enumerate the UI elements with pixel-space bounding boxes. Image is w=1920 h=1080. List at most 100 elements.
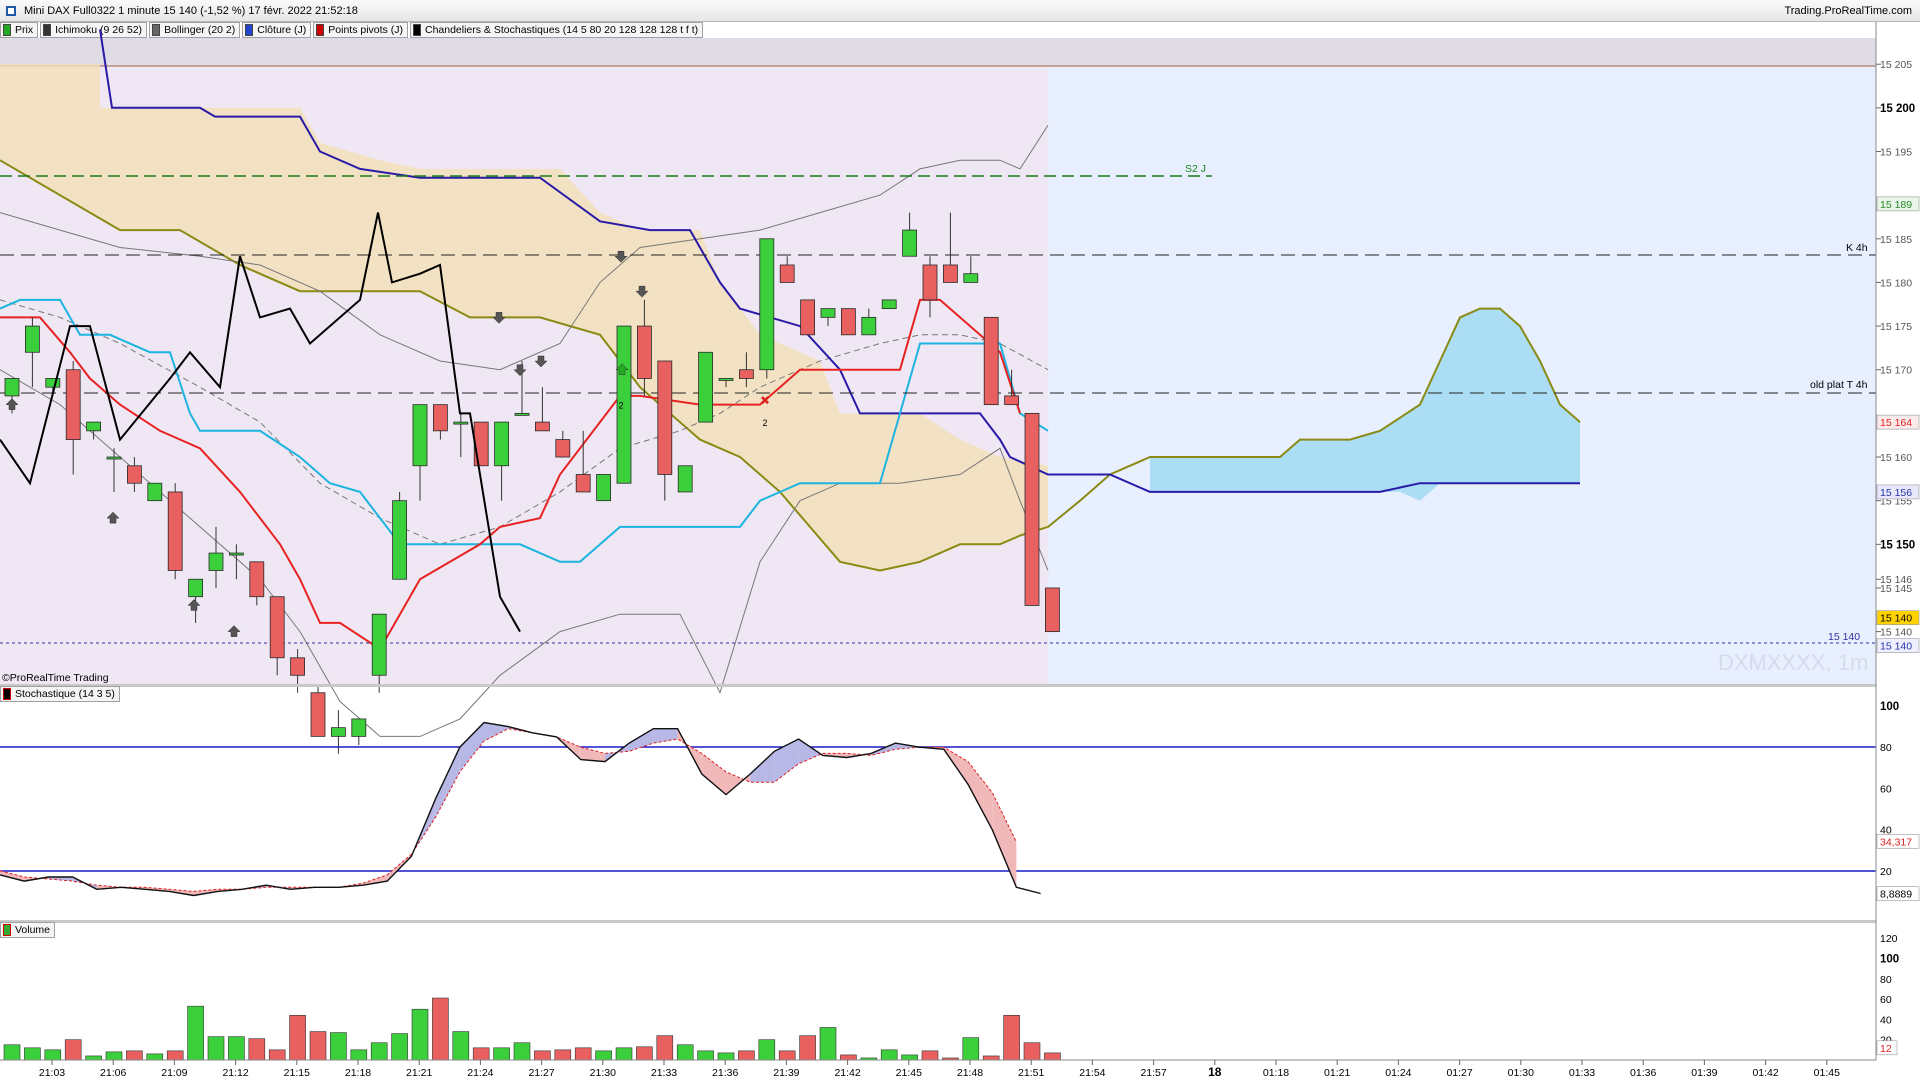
volume-bar: [411, 1008, 429, 1061]
candle-body: [800, 299, 815, 336]
volume-bar: [452, 1031, 470, 1061]
price-tick-label: 15 205: [1880, 59, 1912, 71]
volume-bar: [676, 1044, 694, 1061]
volume-tick-label: 40: [1880, 1014, 1892, 1026]
volume-bar: [1023, 1042, 1041, 1061]
candle-body: [718, 378, 734, 381]
volume-tick-label: 120: [1880, 933, 1898, 945]
price-tick-label: 15 200: [1880, 103, 1915, 115]
candle-body: [351, 718, 367, 737]
s2-label: S2 J: [1185, 163, 1206, 175]
candle-body: [575, 474, 591, 493]
candle-body: [371, 613, 387, 676]
time-tick-label: 01:36: [1630, 1067, 1656, 1079]
price-tick-label: 15 180: [1880, 277, 1912, 289]
volume-bar: [534, 1050, 551, 1061]
time-tick-label: 21:57: [1140, 1067, 1166, 1079]
volume-bar: [574, 1047, 592, 1061]
time-tick-label: 01:42: [1752, 1067, 1778, 1079]
price-tick-label: 15 170: [1880, 365, 1912, 377]
candle-body: [1045, 587, 1060, 633]
time-tick-label: 21:33: [651, 1067, 677, 1079]
stoch-panel-label[interactable]: Stochastique (14 3 5): [0, 686, 120, 702]
volume-bar: [901, 1054, 918, 1061]
candle-body: [1004, 395, 1019, 406]
price-tick-label: 15 195: [1880, 146, 1912, 158]
stoch-fill-segment: [629, 728, 654, 752]
stoch-tick-label: 60: [1880, 783, 1892, 795]
time-tick-label: 18: [1208, 1065, 1222, 1079]
volume-bar: [595, 1050, 612, 1061]
volume-bar: [391, 1033, 408, 1061]
time-tick-label: 21:45: [896, 1067, 922, 1079]
stoch-tick-label: 20: [1880, 866, 1892, 878]
volume-bar: [207, 1036, 225, 1061]
time-tick-label: 21:06: [100, 1067, 126, 1079]
volume-bar: [697, 1050, 714, 1061]
price-tick-label: 15 160: [1880, 452, 1912, 464]
volume-badge-label: 12: [1880, 1043, 1892, 1055]
candle-body: [698, 351, 713, 423]
instrument-watermark: DXMXXXX, 1m: [1718, 650, 1869, 675]
volume-bar: [309, 1031, 327, 1061]
volume-bar: [1044, 1052, 1061, 1061]
candle-body: [249, 561, 265, 598]
volume-tick-label: 60: [1880, 994, 1892, 1006]
candle-body: [147, 482, 163, 502]
candle-body: [494, 421, 510, 467]
signal-marker-2-a: 2: [618, 401, 623, 411]
volume-bar: [248, 1038, 266, 1061]
time-tick-label: 01:39: [1691, 1067, 1717, 1079]
time-tick-label: 21:51: [1018, 1067, 1044, 1079]
price-badge-label: 15 140: [1880, 641, 1912, 653]
candle-body: [432, 404, 448, 432]
candle-body: [535, 421, 550, 432]
candle-body: [45, 378, 61, 388]
panel-separator-2: [0, 920, 1876, 923]
volume-bar: [187, 1005, 204, 1061]
candle-body: [759, 238, 775, 371]
stoch-fill-segment: [798, 739, 823, 764]
volume-bar: [921, 1050, 939, 1061]
upper-shade: [0, 38, 1876, 66]
volume-bar: [554, 1049, 572, 1061]
time-tick-label: 21:30: [590, 1067, 616, 1079]
copyright-text: ©ProRealTime Trading: [2, 672, 109, 684]
volume-bar: [268, 1049, 286, 1061]
volume-bar: [330, 1032, 347, 1061]
volume-bar: [656, 1035, 674, 1061]
time-tick-label: 01:18: [1263, 1067, 1289, 1079]
price-badge-label: 15 189: [1880, 199, 1912, 211]
candle-body: [943, 264, 958, 283]
volume-panel-label[interactable]: Volume: [0, 922, 56, 938]
volume-bar: [880, 1049, 898, 1061]
candle-body: [65, 369, 81, 440]
volume-bar: [126, 1050, 143, 1061]
stoch-badge-label: 8,8889: [1880, 889, 1912, 901]
volume-bar: [44, 1049, 62, 1061]
candle-body: [330, 727, 346, 737]
time-tick-label: 01:45: [1814, 1067, 1840, 1079]
stoch-tick-label: 80: [1880, 742, 1892, 754]
candle-body: [392, 500, 408, 580]
stoch-fill-segment: [750, 751, 775, 783]
candle-body: [412, 404, 428, 467]
stoch-badge-label: 34,317: [1880, 836, 1912, 848]
candle-body: [1024, 412, 1040, 606]
candle-body: [677, 465, 693, 493]
candle-body: [657, 360, 673, 475]
price-badge-label: 15 140: [1880, 613, 1912, 625]
candle-body: [106, 456, 122, 460]
time-tick-label: 01:27: [1446, 1067, 1472, 1079]
volume-bar: [166, 1050, 184, 1061]
cross-marker-icon: ✖: [760, 394, 770, 408]
time-tick-label: 21:18: [345, 1067, 371, 1079]
candle-body: [167, 491, 183, 571]
trading-chart[interactable]: S2 J K 4h old plat T 4h 15 140 2 ✖ 2 15 20…: [0, 0, 1920, 1080]
candle-body: [208, 552, 224, 571]
candle-body: [290, 657, 306, 676]
stoch-fill-segment: [701, 753, 726, 795]
volume-bar: [615, 1047, 633, 1061]
time-tick-label: 21:48: [957, 1067, 983, 1079]
candle-body: [4, 378, 20, 397]
